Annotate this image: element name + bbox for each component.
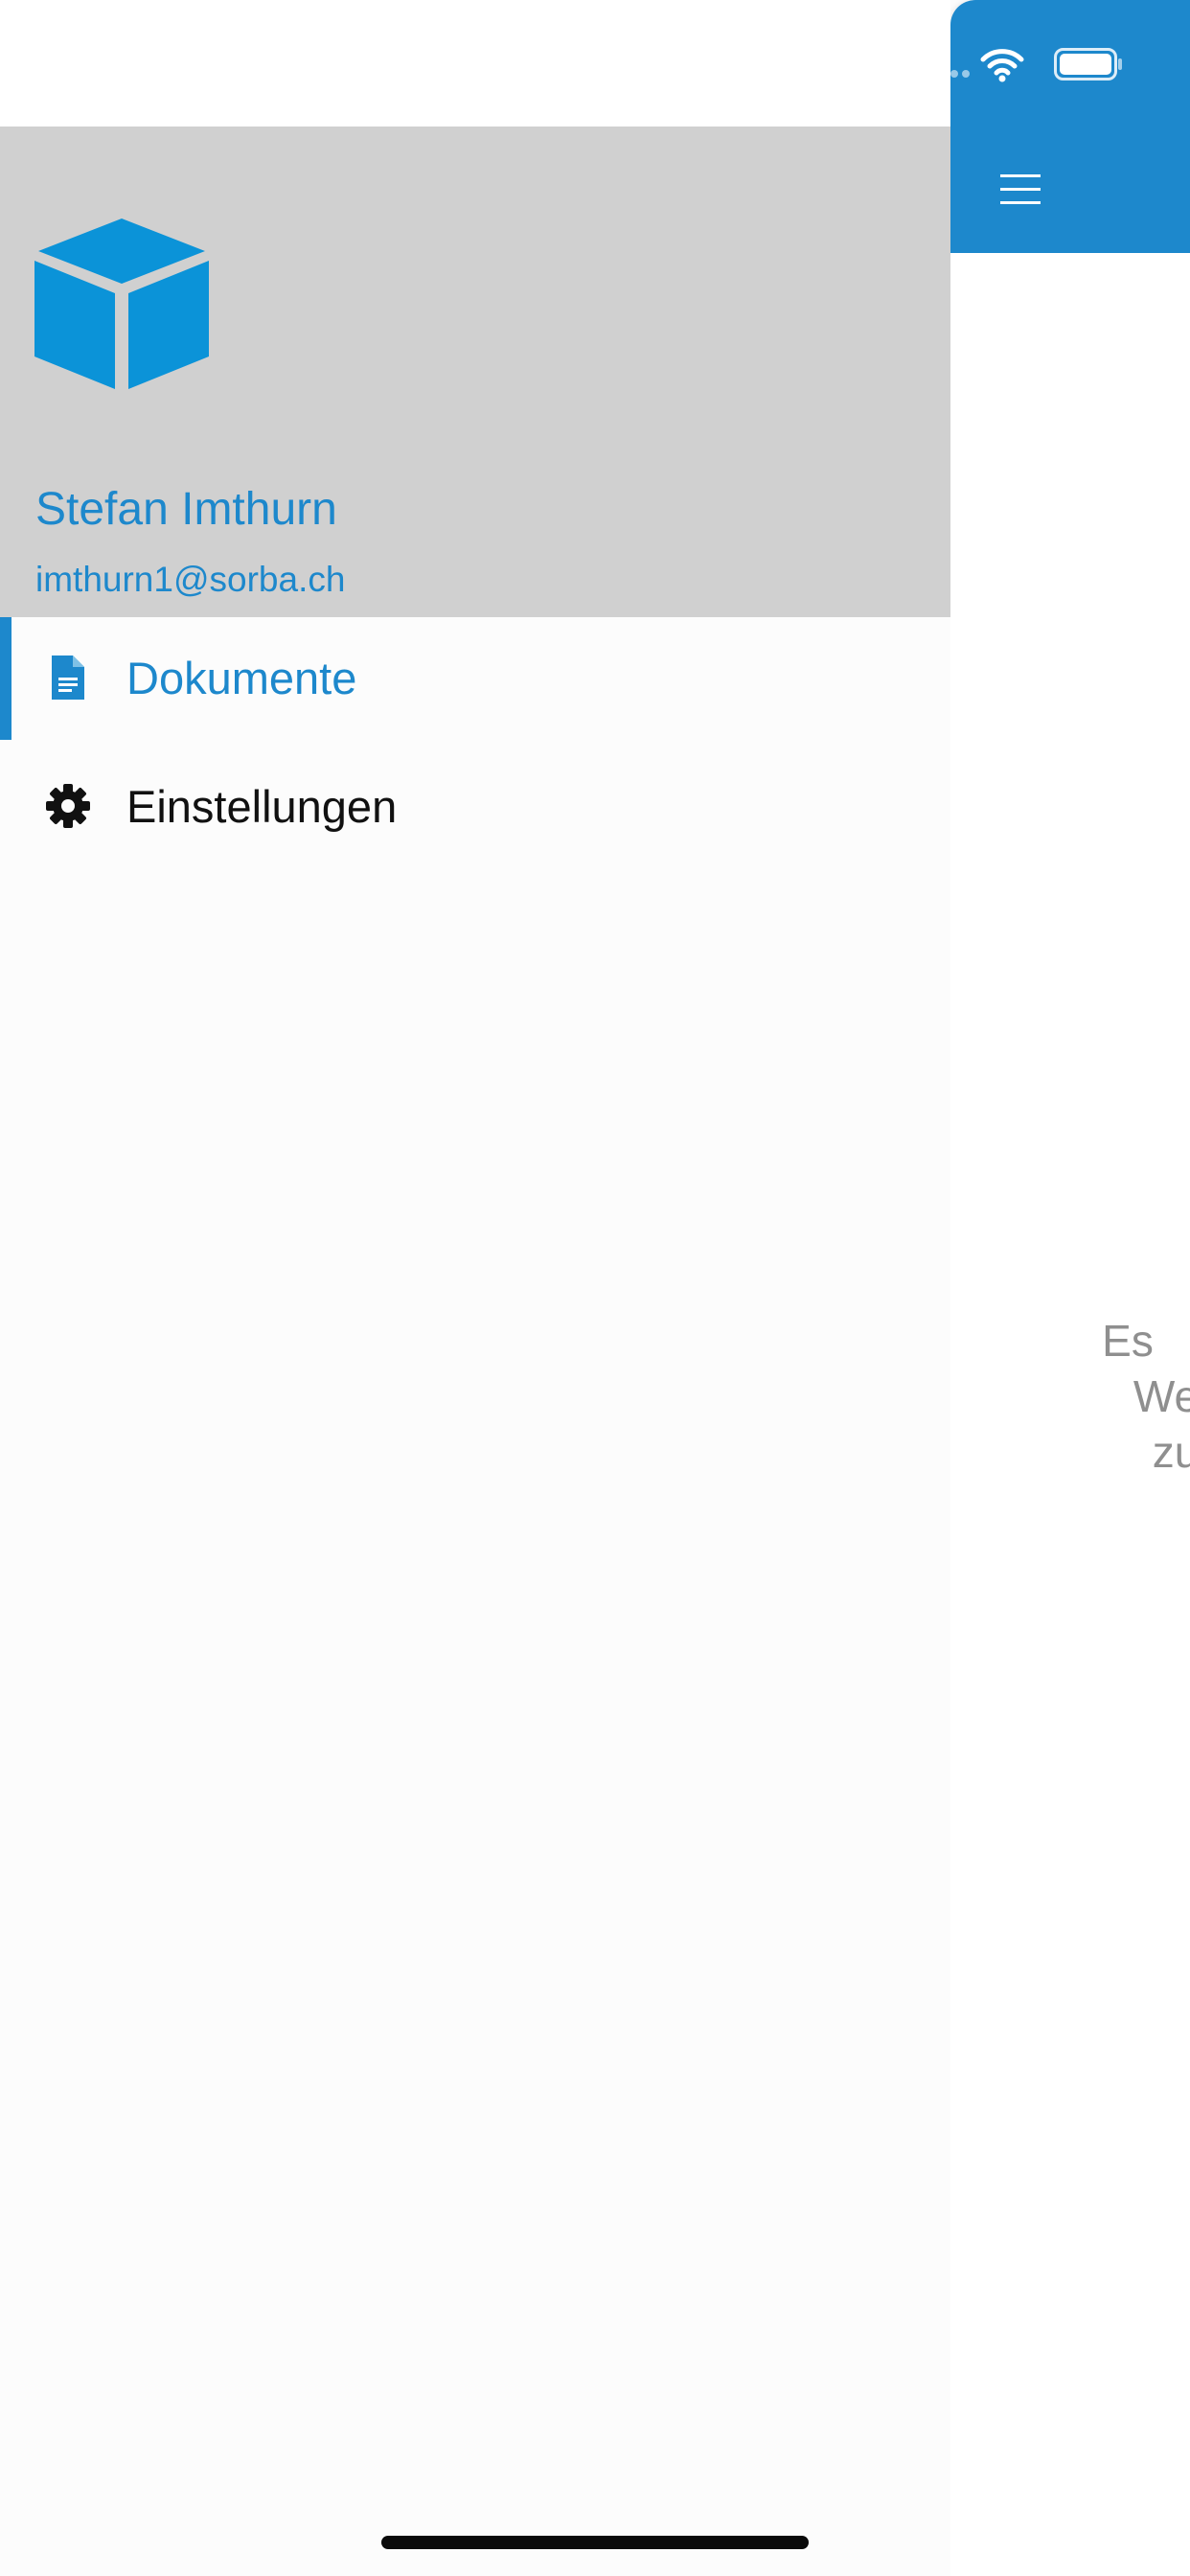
- empty-message-line: We: [1133, 1371, 1190, 1421]
- drawer-item-label: Dokumente: [126, 653, 357, 703]
- battery-icon: [1054, 48, 1122, 80]
- screen: Es We zu Stefan Imthurn imthurn1@sorba.c…: [0, 0, 1190, 2576]
- main-header: [950, 0, 1190, 253]
- gear-icon: [46, 784, 90, 828]
- user-name: Stefan Imthurn: [35, 484, 337, 535]
- wifi-icon: [980, 49, 1024, 82]
- empty-message-line: Es: [1102, 1316, 1154, 1366]
- drawer-header: Stefan Imthurn imthurn1@sorba.ch: [0, 126, 950, 617]
- cube-icon: [34, 218, 209, 389]
- hamburger-menu-icon[interactable]: [989, 163, 1052, 215]
- main-page: Es We zu: [950, 0, 1190, 2576]
- cellular-signal-icon: [950, 70, 972, 80]
- drawer-item-dokumente[interactable]: Dokumente: [0, 617, 950, 740]
- empty-message-line: zu: [1152, 1427, 1190, 1477]
- drawer-item-label: Einstellungen: [126, 781, 398, 832]
- home-indicator[interactable]: [381, 2536, 809, 2549]
- drawer-status-area: [0, 0, 950, 126]
- user-email: imthurn1@sorba.ch: [35, 560, 346, 599]
- drawer-item-einstellungen[interactable]: Einstellungen: [0, 746, 950, 868]
- document-icon: [52, 656, 84, 700]
- active-indicator: [0, 617, 11, 740]
- navigation-drawer: Stefan Imthurn imthurn1@sorba.ch Dokumen…: [0, 0, 950, 2576]
- empty-state-message: Es We zu: [950, 1313, 1190, 1591]
